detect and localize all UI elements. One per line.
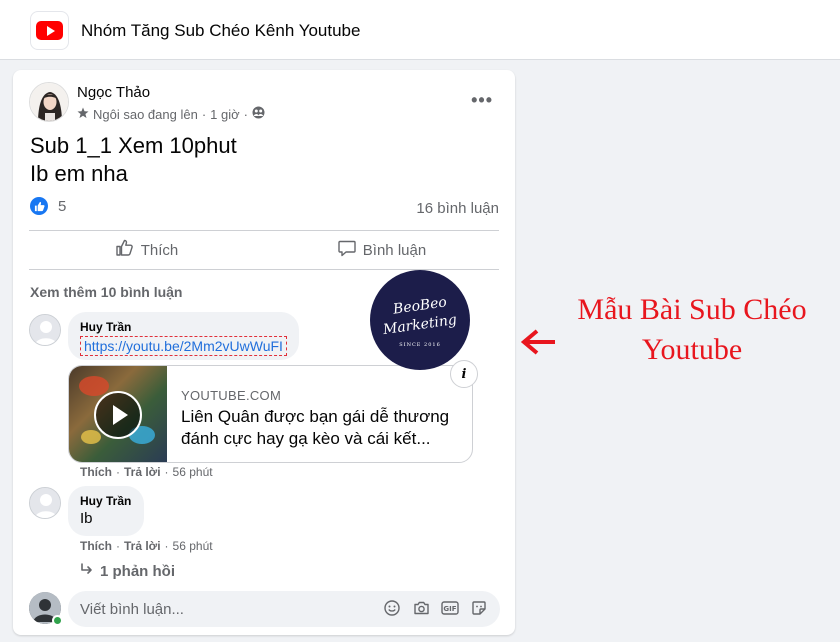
online-status-indicator: [52, 615, 63, 626]
more-options-icon[interactable]: •••: [471, 90, 493, 111]
like-label: Thích: [140, 241, 179, 259]
dot-separator: ·: [116, 539, 120, 553]
meta-separator: ·: [201, 106, 207, 122]
preview-title: Liên Quân được bạn gái dễ thương đánh cự…: [181, 407, 450, 448]
group-title[interactable]: Nhóm Tăng Sub Chéo Kênh Youtube: [81, 21, 360, 41]
comment-icon: [337, 238, 357, 262]
post-text: Sub 1_1 Xem 10phut Ib em nha: [30, 132, 237, 188]
author-badge[interactable]: Ngôi sao đang lên: [93, 107, 198, 122]
comment-reply-button[interactable]: Trả lời: [124, 465, 161, 479]
comment-count[interactable]: 16 bình luận: [416, 200, 499, 217]
group-header: Nhóm Tăng Sub Chéo Kênh Youtube: [0, 0, 840, 60]
comment-reply-button[interactable]: Trả lời: [124, 539, 161, 553]
author-name[interactable]: Ngọc Thảo: [77, 84, 150, 101]
comment-like-button[interactable]: Thích: [80, 539, 112, 553]
current-user-avatar[interactable]: [29, 592, 63, 626]
dot-separator: ·: [164, 465, 169, 479]
like-button[interactable]: Thích: [29, 231, 264, 269]
preview-domain: YOUTUBE.COM: [181, 388, 282, 403]
dot-separator: ·: [116, 465, 120, 479]
annotation-line: Mẫu Bài Sub Chéo: [577, 293, 807, 326]
comment-actions: Thích · Trả lời · 56 phút: [80, 539, 213, 553]
commenter-name[interactable]: Huy Trần: [80, 320, 287, 334]
replies-count: 1 phản hồi: [100, 562, 175, 580]
camera-icon[interactable]: [412, 599, 430, 617]
post-text-line: Sub 1_1 Xem 10phut: [30, 133, 237, 158]
comment-bubble: Huy Trần https://youtu.be/2Mm2vUwWuFI: [68, 312, 299, 360]
comment-button[interactable]: Bình luận: [264, 231, 499, 269]
dot-separator: ·: [164, 539, 169, 553]
gif-icon[interactable]: GIF: [441, 599, 459, 617]
comment-text: Ib: [80, 510, 93, 527]
annotation-caption: Mẫu Bài Sub Chéo Youtube: [562, 290, 822, 370]
comment-input-tools: GIF: [383, 599, 488, 617]
comment-bubble: Huy Trần Ib: [68, 486, 144, 536]
youtube-icon[interactable]: [30, 11, 69, 50]
brand-logo: BeoBeo Marketing SINCE 2016: [370, 270, 470, 370]
sticker-icon[interactable]: [470, 599, 488, 617]
video-thumbnail: [69, 366, 167, 462]
like-reaction-icon: [30, 197, 48, 215]
view-replies-link[interactable]: 1 phản hồi: [80, 562, 175, 580]
emoji-icon[interactable]: [383, 599, 401, 617]
post-time[interactable]: 1 giờ: [210, 107, 240, 122]
group-icon[interactable]: [252, 106, 265, 122]
reply-arrow-icon: [80, 562, 94, 580]
commenter-avatar[interactable]: [29, 314, 61, 346]
comment-label: Bình luận: [362, 241, 427, 259]
info-icon[interactable]: i: [450, 360, 478, 388]
play-icon[interactable]: [94, 391, 142, 439]
thumbs-up-icon: [115, 238, 135, 262]
comment-time[interactable]: 56 phút: [173, 539, 213, 553]
youtube-link-preview[interactable]: YOUTUBE.COM Liên Quân được bạn gái dễ th…: [68, 365, 473, 463]
comment-actions: Thích · Trả lời · 56 phút: [80, 465, 213, 479]
see-more-comments[interactable]: Xem thêm 10 bình luận: [30, 284, 182, 300]
post-action-bar: Thích Bình luận: [29, 230, 499, 270]
annotation-line: Youtube: [641, 333, 743, 366]
meta-separator: ·: [243, 106, 248, 122]
post-meta: Ngôi sao đang lên · 1 giờ ·: [77, 106, 265, 122]
rising-star-icon: [77, 107, 89, 122]
commenter-name[interactable]: Huy Trần: [80, 494, 132, 508]
reactions-summary[interactable]: 5: [30, 197, 66, 215]
reaction-count[interactable]: 5: [58, 198, 66, 215]
svg-text:GIF: GIF: [443, 605, 456, 613]
brand-logo-line: SINCE 2016: [399, 342, 441, 348]
commenter-avatar[interactable]: [29, 487, 61, 519]
post-text-line: Ib em nha: [30, 161, 128, 186]
arrow-left-icon: [520, 327, 557, 357]
comment-link[interactable]: https://youtu.be/2Mm2vUwWuFI: [80, 336, 287, 356]
comment-time[interactable]: 56 phút: [173, 465, 213, 479]
author-avatar[interactable]: [29, 82, 69, 122]
comment-like-button[interactable]: Thích: [80, 465, 112, 479]
